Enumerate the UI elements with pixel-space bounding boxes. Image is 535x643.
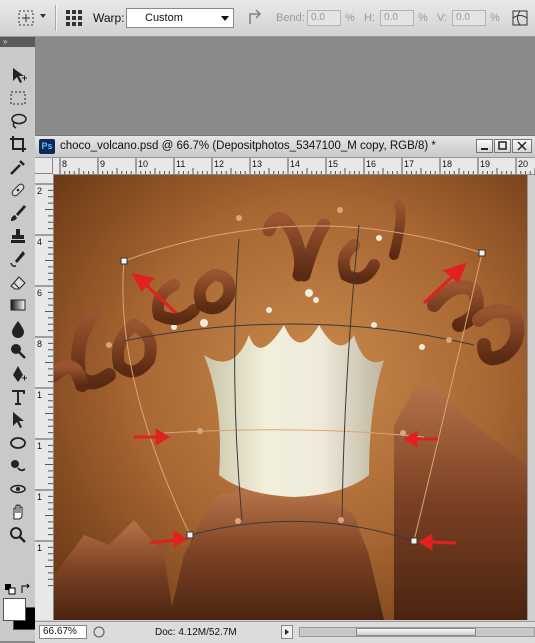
- ruler-label: 6: [37, 288, 43, 298]
- zoom-preview-icon[interactable]: [93, 626, 105, 638]
- maximize-button[interactable]: [494, 139, 511, 153]
- document-tab[interactable]: Ps choco_volcano.psd @ 66.7% (Depositpho…: [35, 136, 535, 158]
- transform-icon[interactable]: [16, 8, 36, 28]
- ruler-label: 1: [37, 441, 43, 451]
- vertical-ruler[interactable]: 2 4 6 8 1 1 1 1: [35, 174, 54, 620]
- close-icon: [517, 141, 527, 151]
- ruler-label: 8: [37, 339, 43, 349]
- blur-icon[interactable]: [8, 318, 28, 338]
- gradient-icon[interactable]: [8, 295, 28, 315]
- hand-icon[interactable]: [8, 502, 28, 522]
- foreground-color-swatch[interactable]: [3, 598, 26, 621]
- photoshop-logo-icon: Ps: [39, 139, 55, 154]
- bend-unit: %: [345, 12, 355, 24]
- change-warp-orientation-icon[interactable]: [246, 8, 266, 28]
- history-brush-icon[interactable]: [8, 249, 28, 269]
- brush-icon[interactable]: [8, 203, 28, 223]
- close-button[interactable]: [512, 139, 532, 153]
- chevron-down-icon: [221, 16, 229, 21]
- ruler-label: 1: [37, 492, 43, 502]
- bend-field[interactable]: 0.0: [307, 10, 341, 26]
- restore-icon: [498, 141, 507, 150]
- zoom-icon[interactable]: [8, 525, 28, 545]
- eyedropper-icon[interactable]: [8, 157, 28, 177]
- ruler-label: 2: [37, 186, 43, 196]
- eraser-icon[interactable]: [8, 272, 28, 292]
- minimize-button[interactable]: [476, 139, 493, 153]
- ruler-label: 16: [366, 159, 377, 169]
- pen-icon[interactable]: [8, 364, 28, 384]
- ruler-label: 13: [252, 159, 263, 169]
- reference-point-icon[interactable]: [64, 8, 84, 28]
- document-title: choco_volcano.psd @ 66.7% (Depositphotos…: [60, 140, 436, 152]
- type-icon[interactable]: [8, 387, 28, 407]
- ruler-label: 11: [176, 159, 186, 169]
- vertical-distortion-field[interactable]: 0.0: [452, 10, 486, 26]
- status-menu-button[interactable]: [281, 625, 293, 639]
- ruler-label: 15: [328, 159, 339, 169]
- dodge-icon[interactable]: [8, 341, 28, 361]
- ruler-label: 19: [480, 159, 491, 169]
- shape-icon[interactable]: [8, 433, 28, 453]
- minimize-icon: [481, 148, 488, 150]
- scroll-thumb[interactable]: [356, 628, 476, 636]
- clone-stamp-icon[interactable]: [8, 226, 28, 246]
- zoom-field[interactable]: 66.67%: [39, 625, 87, 639]
- bend-label: Bend:: [276, 12, 305, 24]
- crop-icon[interactable]: [8, 134, 28, 154]
- horizontal-scrollbar[interactable]: [299, 627, 535, 637]
- document-size: Doc: 4.12M/52.7M: [155, 627, 237, 638]
- warp-label: Warp:: [93, 11, 125, 25]
- tools-panel: »: [0, 37, 36, 641]
- ruler-label: 1: [37, 390, 43, 400]
- default-colors-icon[interactable]: [4, 583, 16, 595]
- tool-preset-dropdown-icon[interactable]: [40, 14, 46, 18]
- ruler-origin[interactable]: [35, 158, 53, 174]
- canvas[interactable]: [54, 175, 527, 620]
- ruler-label: 9: [100, 159, 106, 169]
- triangle-right-icon: [285, 629, 289, 635]
- h-unit: %: [418, 12, 428, 24]
- document-window: Ps choco_volcano.psd @ 66.7% (Depositpho…: [35, 135, 535, 643]
- divider: [55, 5, 57, 31]
- horizontal-ruler[interactable]: 8 9 10 11 12 13 14 15 16 17 18 19 20: [53, 158, 535, 175]
- swap-colors-icon[interactable]: [20, 583, 32, 595]
- ruler-label: 20: [518, 159, 529, 169]
- ruler-label: 17: [404, 159, 415, 169]
- warp-mode-toggle-icon[interactable]: [510, 8, 530, 28]
- path-selection-icon[interactable]: [8, 410, 28, 430]
- v-label: V:: [437, 12, 447, 24]
- ruler-label: 10: [138, 159, 149, 169]
- warp-style-select[interactable]: Custom: [126, 8, 234, 28]
- lasso-icon[interactable]: [8, 111, 28, 131]
- ruler-label: 14: [290, 159, 301, 169]
- move-icon[interactable]: [8, 65, 28, 85]
- ruler-label: 1: [37, 543, 43, 553]
- ruler-label: 4: [37, 237, 43, 247]
- warp-style-value: Custom: [145, 12, 183, 24]
- horizontal-distortion-field[interactable]: 0.0: [380, 10, 414, 26]
- marquee-icon[interactable]: [8, 88, 28, 108]
- ruler-label: 8: [62, 159, 68, 169]
- options-bar: Warp: Custom Bend: 0.0 % H: 0.0 % V: 0.0…: [0, 0, 535, 37]
- v-unit: %: [490, 12, 500, 24]
- ruler-label: 12: [214, 159, 225, 169]
- artwork: [54, 175, 527, 620]
- 3d-orbit-icon[interactable]: [8, 479, 28, 499]
- vertical-scrollbar[interactable]: [527, 175, 535, 620]
- healing-brush-icon[interactable]: [8, 180, 28, 200]
- ruler-label: 18: [442, 159, 453, 169]
- status-bar: 66.67% Doc: 4.12M/52.7M: [35, 621, 535, 643]
- 3d-rotate-icon[interactable]: [8, 456, 28, 476]
- collapse-tools-icon[interactable]: »: [0, 37, 35, 47]
- h-label: H:: [364, 12, 375, 24]
